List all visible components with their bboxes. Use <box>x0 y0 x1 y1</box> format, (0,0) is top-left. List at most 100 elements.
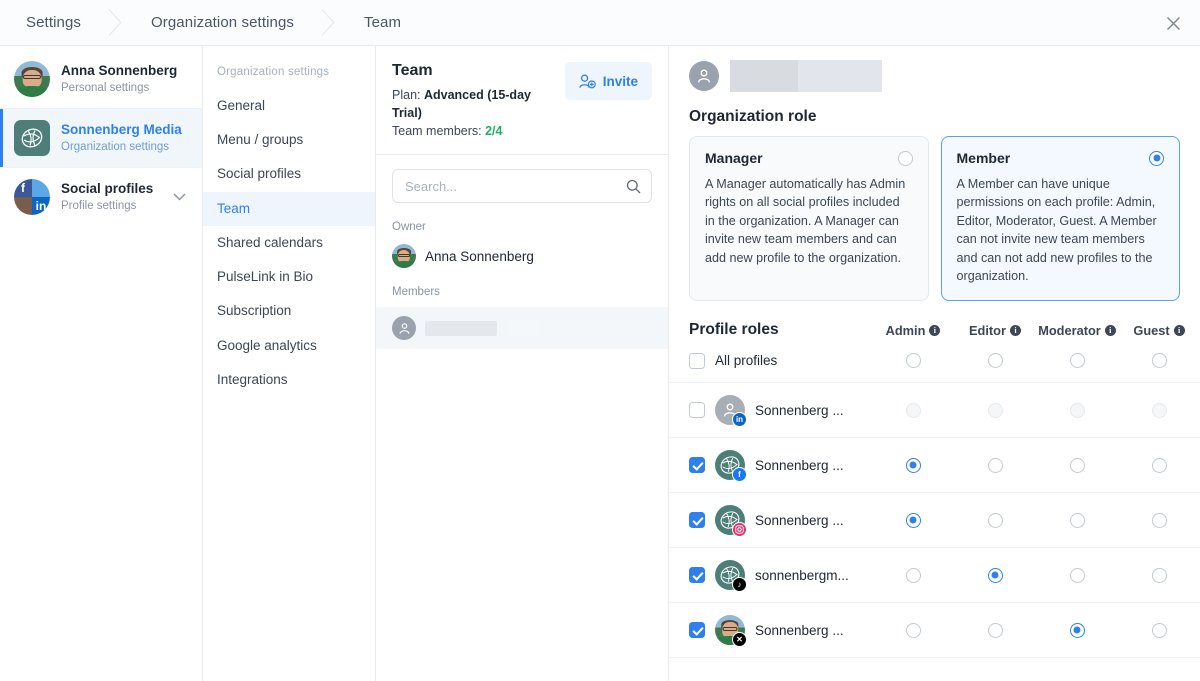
close-button[interactable] <box>1158 8 1188 38</box>
nav-item-integrations[interactable]: Integrations <box>203 363 375 397</box>
guest-radio[interactable] <box>1151 567 1167 583</box>
column-label: Moderator <box>1038 322 1101 338</box>
guest-radio[interactable] <box>1151 622 1167 638</box>
table-row[interactable]: ✕ Sonnenberg ... <box>669 603 1200 659</box>
moderator-cell <box>1036 622 1118 638</box>
chevron-down-icon[interactable] <box>173 190 190 204</box>
moderator-radio[interactable] <box>1069 512 1085 528</box>
editor-radio <box>987 402 1003 418</box>
column-label: Editor <box>969 322 1006 338</box>
profile-roles-header: Profile roles Admin i Editor i Moderator… <box>669 301 1200 339</box>
guest-radio <box>1151 402 1167 418</box>
info-icon[interactable]: i <box>1173 324 1185 336</box>
linkedin-icon: in <box>32 197 50 215</box>
nav-item-social-profiles[interactable]: Social profiles <box>203 157 375 191</box>
moderator-radio[interactable] <box>1069 457 1085 473</box>
admin-radio[interactable] <box>905 567 921 583</box>
row-checkbox[interactable] <box>689 457 705 474</box>
column-label: Admin <box>885 322 926 338</box>
instagram-icon <box>14 197 32 215</box>
all-moderator-cell <box>1036 353 1118 369</box>
admin-radio[interactable] <box>905 622 921 638</box>
table-row[interactable]: f Sonnenberg ... <box>669 438 1200 494</box>
member-name-redacted <box>730 60 882 92</box>
row-checkbox[interactable] <box>689 622 705 639</box>
member-list-item[interactable] <box>376 307 668 350</box>
search-input[interactable] <box>405 178 626 194</box>
info-icon[interactable]: i <box>1104 324 1116 336</box>
info-icon[interactable]: i <box>1009 324 1021 336</box>
row-checkbox[interactable] <box>689 512 705 529</box>
guest-radio[interactable] <box>1151 457 1167 473</box>
role-radio-manager[interactable] <box>897 150 913 166</box>
account-name: Sonnenberg Media <box>61 121 182 137</box>
nav-item-label: Integrations <box>217 371 288 387</box>
role-card-member[interactable]: Member A Member can have unique permissi… <box>940 136 1180 302</box>
facebook-icon: f <box>14 179 32 197</box>
avatar <box>689 61 719 91</box>
nav-item-subscription[interactable]: Subscription <box>203 294 375 328</box>
editor-radio[interactable] <box>987 457 1003 473</box>
all-moderator-radio[interactable] <box>1069 353 1085 369</box>
chevron-right-icon <box>103 0 129 45</box>
role-name: Member <box>956 150 1011 166</box>
all-editor-radio[interactable] <box>987 353 1003 369</box>
moderator-radio[interactable] <box>1069 622 1085 638</box>
nav-item-general[interactable]: General <box>203 89 375 123</box>
table-row[interactable]: in Sonnenberg ... <box>669 383 1200 439</box>
info-icon[interactable]: i <box>929 324 941 336</box>
moderator-radio[interactable] <box>1069 567 1085 583</box>
nav-item-shared-calendars[interactable]: Shared calendars <box>203 226 375 260</box>
sidebar-item-social-profiles[interactable]: f in Social profiles Profile settings <box>0 167 202 226</box>
table-row[interactable]: Sonnenberg ... <box>669 493 1200 549</box>
all-admin-cell <box>872 353 954 369</box>
role-description: A Manager automatically has Admin rights… <box>705 177 906 265</box>
column-header-editor: Editor i <box>954 323 1036 338</box>
nav-item-team[interactable]: Team <box>203 191 375 226</box>
all-admin-radio[interactable] <box>905 353 921 369</box>
search-box[interactable] <box>392 169 652 204</box>
role-radio-member[interactable] <box>1149 150 1164 166</box>
admin-radio[interactable] <box>905 457 921 473</box>
editor-cell <box>954 402 1036 418</box>
editor-radio[interactable] <box>987 512 1003 528</box>
profile-name: Sonnenberg ... <box>755 402 844 418</box>
sidebar-item-personal-settings[interactable]: Anna Sonnenberg Personal settings <box>0 50 202 108</box>
breadcrumb-item-team[interactable]: Team <box>342 0 423 45</box>
all-profiles-row: All profiles <box>669 339 1200 384</box>
all-profiles-checkbox[interactable] <box>689 352 705 369</box>
search-icon[interactable] <box>626 179 641 194</box>
table-row[interactable]: ♪ sonnenbergm... <box>669 548 1200 604</box>
editor-radio[interactable] <box>987 622 1003 638</box>
owner-row[interactable]: Anna Sonnenberg <box>376 242 668 269</box>
account-name: Social profiles <box>61 180 154 196</box>
role-description: A Member can have unique permissions on … <box>956 177 1157 283</box>
row-checkbox[interactable] <box>689 567 705 584</box>
moderator-cell <box>1036 402 1118 418</box>
sidebar-item-organization-settings[interactable]: Sonnenberg Media Organization settings <box>0 108 202 167</box>
nav-item-pulselink-in-bio[interactable]: PulseLink in Bio <box>203 260 375 294</box>
guest-radio[interactable] <box>1151 512 1167 528</box>
accounts-sidebar: Anna Sonnenberg Personal settings Sonnen… <box>0 46 203 681</box>
admin-radio[interactable] <box>905 512 921 528</box>
avatar <box>392 244 416 269</box>
breadcrumb-bar: Settings Organization settings Team <box>0 0 1200 46</box>
nav-item-label: Team <box>217 200 251 216</box>
all-guest-radio[interactable] <box>1151 353 1167 369</box>
row-checkbox[interactable] <box>689 402 705 419</box>
profile-name: Sonnenberg ... <box>755 457 844 473</box>
role-card-manager[interactable]: Manager A Manager automatically has Admi… <box>689 136 929 302</box>
nav-item-label: Subscription <box>217 303 292 319</box>
breadcrumb-item-organization-settings[interactable]: Organization settings <box>129 0 316 45</box>
organization-settings-nav: Organization settings General Menu / gro… <box>203 46 376 681</box>
nav-item-google-analytics[interactable]: Google analytics <box>203 329 375 363</box>
editor-radio[interactable] <box>987 567 1003 583</box>
editor-cell <box>954 457 1036 473</box>
invite-button[interactable]: Invite <box>564 62 652 100</box>
members-used: 2 <box>485 124 493 139</box>
breadcrumb-item-settings[interactable]: Settings <box>0 0 103 45</box>
settings-modal: Settings Organization settings Team Anna… <box>0 0 1200 681</box>
nav-item-label: Google analytics <box>217 337 317 353</box>
profile-name: Sonnenberg ... <box>755 622 844 638</box>
nav-item-menu-groups[interactable]: Menu / groups <box>203 123 375 157</box>
